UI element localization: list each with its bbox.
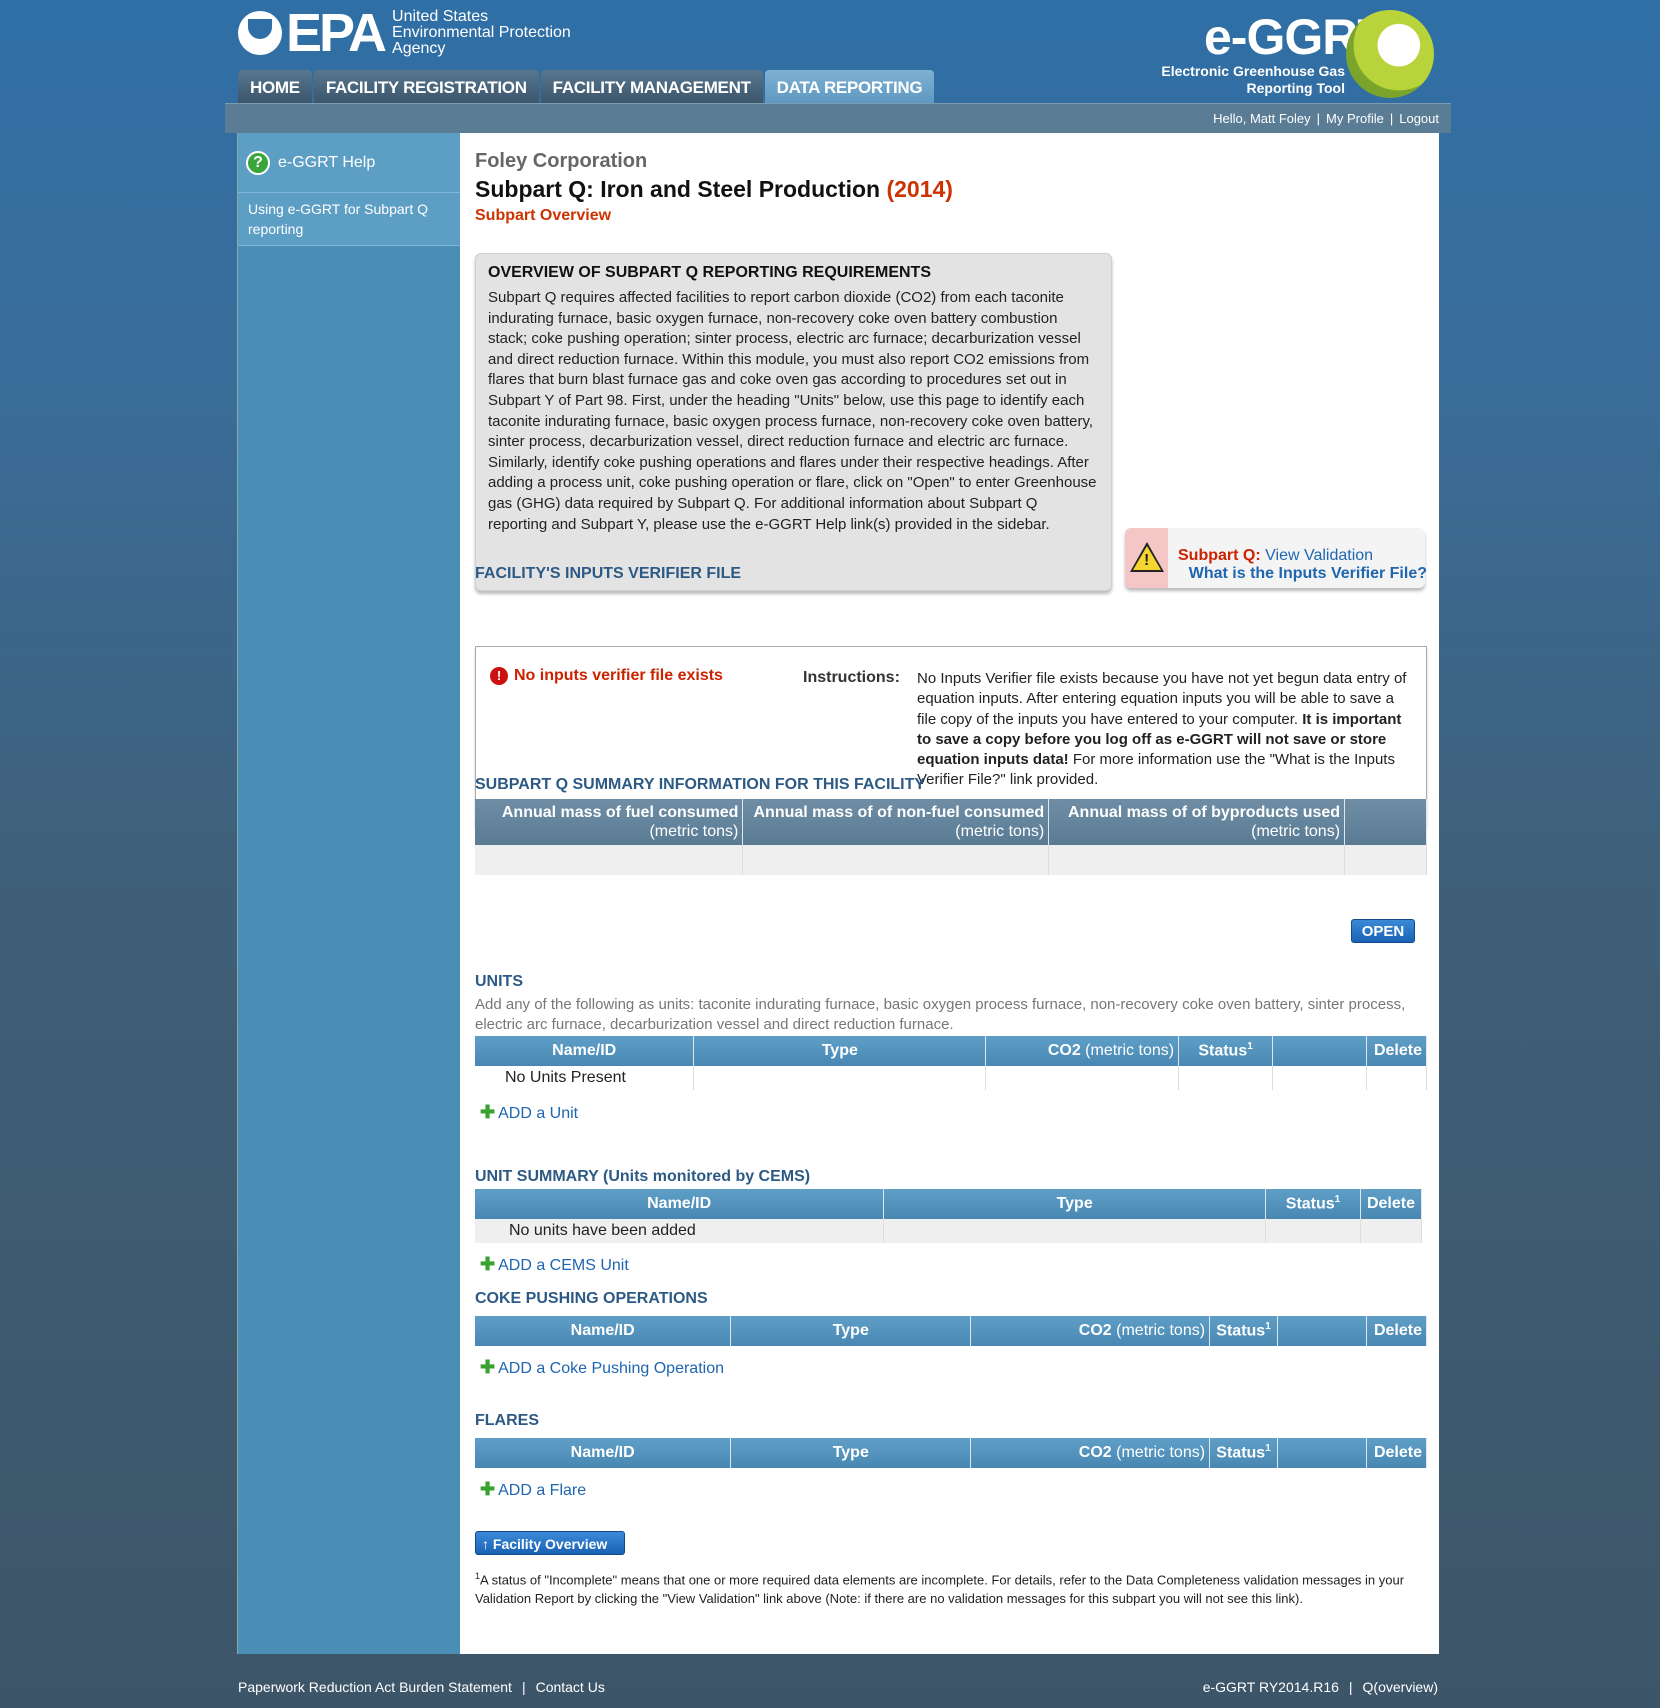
egret-bird-icon [1346,10,1434,98]
plus-icon: ✚ [480,1102,496,1122]
col-delete: Delete [1366,1316,1428,1346]
sidebar-help-link[interactable]: Using e-GGRT for Subpart Q reporting [238,193,460,246]
epa-logo[interactable]: EPA United States Environmental Protecti… [238,3,592,63]
cems-title: UNIT SUMMARY (Units monitored by CEMS) [475,1168,811,1185]
up-arrow-icon: ↑ [482,1536,493,1552]
col-non-fuel: Annual mass of of non-fuel consumed (metr… [742,799,1050,845]
col-type: Type [693,1036,987,1066]
col-name: Name/ID [475,1036,695,1066]
col-name: Name/ID [475,1189,885,1219]
add-unit-link[interactable]: ✚ ADD a Unit [480,1102,578,1123]
summary-title: SUBPART Q SUMMARY INFORMATION FOR THIS F… [475,776,926,793]
tab-data-reporting[interactable]: DATA REPORTING [764,70,935,104]
company-name: Foley Corporation [475,150,648,172]
reporting-year: (2014) [886,176,953,202]
col-type: Type [730,1438,972,1468]
flares-table: Name/ID Type CO2 (metric tons) Status1 D… [475,1438,1428,1468]
coke-title: COKE PUSHING OPERATIONS [475,1290,708,1307]
overview-text: Subpart Q requires affected facilities t… [488,289,1097,533]
epa-seal-icon [238,11,282,55]
plus-icon: ✚ [480,1479,496,1499]
contact-us-link[interactable]: Contact Us [536,1679,605,1695]
col-delete: Delete [1366,1438,1428,1468]
col-co2: CO2 (metric tons) [970,1316,1211,1346]
logout-link[interactable]: Logout [1399,111,1439,126]
page-code: Q(overview) [1362,1679,1438,1695]
add-coke-pushing-link[interactable]: ✚ ADD a Coke Pushing Operation [480,1357,724,1378]
tab-home[interactable]: HOME [238,70,312,104]
cems-table: Name/ID Type Status1 Delete No units hav… [475,1189,1423,1243]
open-button[interactable]: OPEN [1351,919,1415,943]
paperwork-link[interactable]: Paperwork Reduction Act Burden Statement [238,1679,512,1695]
subpart-title: Subpart Q: Iron and Steel Production [475,176,881,202]
overview-heading: OVERVIEW OF SUBPART Q REPORTING REQUIREM… [488,264,931,281]
plus-icon: ✚ [480,1357,496,1377]
agency-name: United States Environmental Protection A… [392,8,571,57]
error-icon: ! [490,667,508,685]
units-title: UNITS [475,973,523,990]
col-status: Status1 [1209,1316,1279,1346]
units-table: Name/ID Type CO2 (metric tons) Status1 D… [475,1036,1428,1090]
breadcrumb: Subpart Overview [475,207,612,224]
sidebar: ? e-GGRT Help Using e-GGRT for Subpart Q… [238,133,460,1654]
empty-units-message: No Units Present [475,1066,695,1090]
flares-title: FLARES [475,1412,539,1429]
help-header: ? e-GGRT Help [238,133,460,193]
footer-left: Paperwork Reduction Act Burden Statement… [238,1679,605,1695]
add-flare-link[interactable]: ✚ ADD a Flare [480,1479,586,1500]
help-title: e-GGRT Help [278,153,376,171]
col-delete: Delete [1360,1189,1423,1219]
main-frame: ? e-GGRT Help Using e-GGRT for Subpart Q… [237,133,1439,1654]
help-question-icon: ? [246,150,270,175]
inputs-verifier-help-link[interactable]: What is the Inputs Verifier File? [1189,565,1427,583]
col-name: Name/ID [475,1316,732,1346]
instructions-label: Instructions: [803,669,900,686]
table-row: No Units Present [475,1066,1428,1090]
plus-icon: ✚ [480,1254,496,1274]
user-bar: Hello, Matt Foley | My Profile | Logout [225,103,1451,133]
units-description: Add any of the following as units: tacon… [475,996,1406,1033]
main-nav: HOME FACILITY REGISTRATION FACILITY MANA… [238,70,936,104]
overview-panel: OVERVIEW OF SUBPART Q REPORTING REQUIREM… [475,253,1112,591]
add-cems-unit-link[interactable]: ✚ ADD a CEMS Unit [480,1254,629,1275]
col-type: Type [883,1189,1267,1219]
col-status: Status1 [1265,1189,1361,1219]
col-byproducts: Annual mass of of byproducts used (metric… [1048,799,1346,845]
table-row [475,845,1427,875]
my-profile-link[interactable]: My Profile [1326,111,1384,126]
facility-overview-button[interactable]: ↑ Facility Overview [475,1531,625,1555]
coke-table: Name/ID Type CO2 (metric tons) Status1 D… [475,1316,1428,1346]
col-type: Type [730,1316,972,1346]
col-co2: CO2 (metric tons) [970,1438,1211,1468]
col-co2: CO2 (metric tons) [985,1036,1180,1066]
view-validation-link[interactable]: View Validation [1265,547,1373,564]
warning-panel: ! [1125,528,1168,588]
page-title: Subpart Q: Iron and Steel Production (20… [475,176,953,203]
col-status: Status1 [1209,1438,1279,1468]
empty-cems-message: No units have been added [475,1219,885,1243]
tab-facility-registration[interactable]: FACILITY REGISTRATION [313,70,539,104]
col-name: Name/ID [475,1438,732,1468]
summary-table: Annual mass of fuel consumed (metric tons… [475,799,1427,875]
tab-facility-management[interactable]: FACILITY MANAGEMENT [540,70,763,104]
validation-label: Subpart Q: [1178,547,1261,564]
col-fuel: Annual mass of fuel consumed (metric tons… [475,799,744,845]
eggrt-logo[interactable]: e-GGRT Electronic Greenhouse Gas Reporti… [1150,8,1435,100]
epa-wordmark: EPA [286,3,387,63]
col-status: Status1 [1178,1036,1274,1066]
table-row: No units have been added [475,1219,1423,1243]
user-greeting: Hello, Matt Foley [1213,111,1311,126]
footnote: 1A status of "Incomplete" means that one… [475,1571,1405,1607]
eggrt-tagline: Electronic Greenhouse Gas Reporting Tool [1161,63,1345,96]
version-label: e-GGRT RY2014.R16 [1202,1679,1339,1695]
instructions-text: No Inputs Verifier file exists because y… [917,670,1407,789]
col-delete: Delete [1366,1036,1428,1066]
no-file-status: ! No inputs verifier file exists [490,667,723,685]
inputs-verifier-title: FACILITY'S INPUTS VERIFIER FILE [475,565,742,582]
footer-right: e-GGRT RY2014.R16 | Q(overview) [1202,1679,1438,1695]
